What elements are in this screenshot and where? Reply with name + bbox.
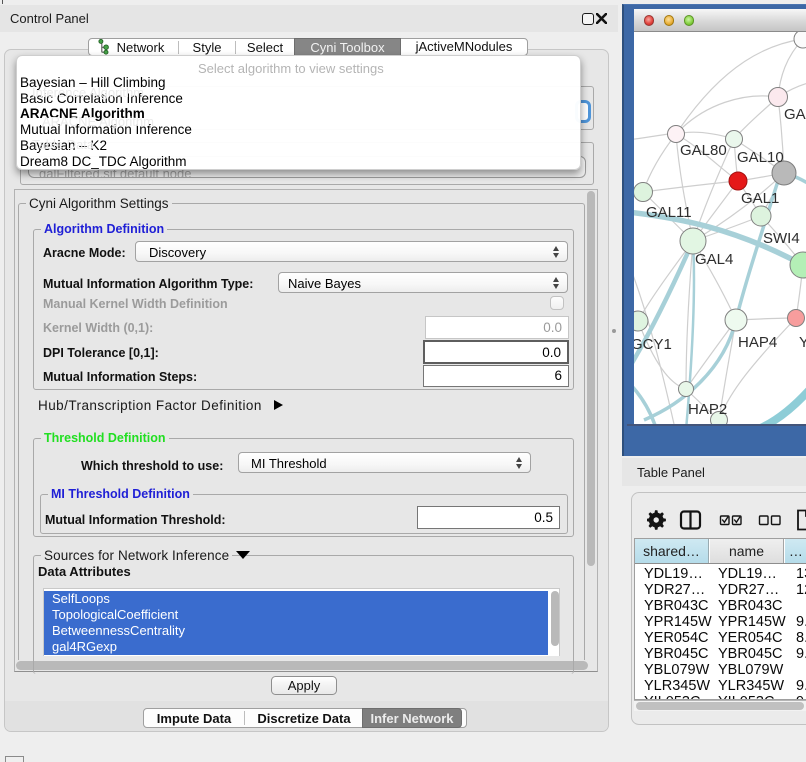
svg-text:GCY1: GCY1 (634, 336, 672, 353)
svg-text:SWI4: SWI4 (763, 230, 800, 247)
svg-text:GAL11: GAL11 (646, 204, 692, 221)
svg-text:GAL2: GAL2 (784, 106, 806, 123)
svg-text:GAL4: GAL4 (695, 251, 733, 268)
svg-text:HAP2: HAP2 (688, 401, 727, 418)
svg-text:GAL10: GAL10 (737, 149, 784, 166)
svg-text:YJL2: YJL2 (799, 334, 806, 351)
svg-text:GAL80: GAL80 (680, 142, 727, 159)
svg-text:HAP4: HAP4 (738, 334, 777, 351)
svg-text:GAL1: GAL1 (741, 190, 779, 207)
